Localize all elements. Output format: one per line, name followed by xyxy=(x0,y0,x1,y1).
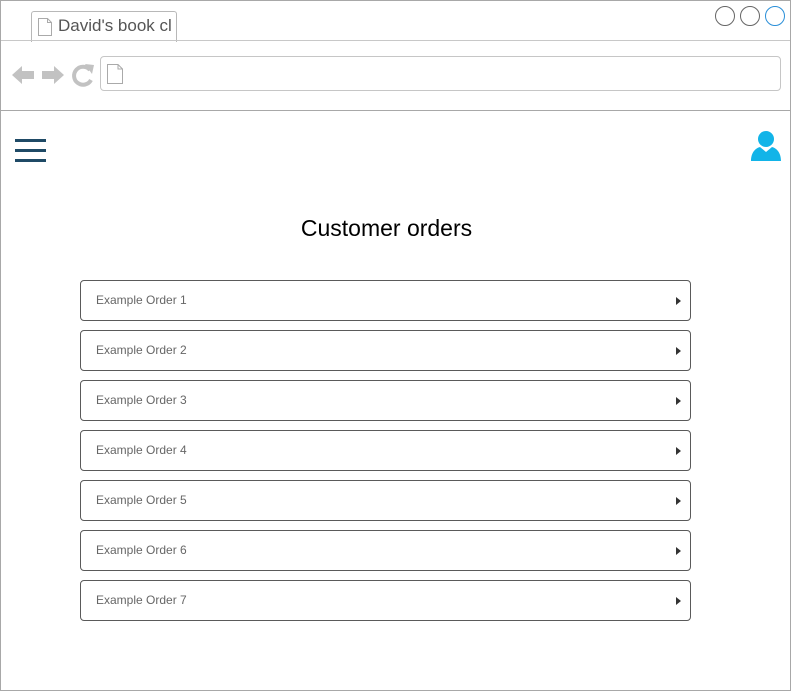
back-arrow-icon[interactable] xyxy=(11,61,35,89)
order-list-item[interactable]: Example Order 2 xyxy=(80,330,691,371)
tab-strip: David's book cl xyxy=(1,1,790,42)
chevron-right-icon xyxy=(676,547,681,555)
chevron-right-icon xyxy=(676,447,681,455)
maximize-button[interactable] xyxy=(740,6,760,26)
orders-list: Example Order 1 Example Order 2 Example … xyxy=(80,280,692,630)
browser-window: David's book cl Customer orders Example … xyxy=(0,0,791,691)
tab-strip-divider xyxy=(1,40,790,41)
tab-title: David's book cl xyxy=(58,16,172,35)
chevron-right-icon xyxy=(676,597,681,605)
page-icon xyxy=(38,18,52,36)
order-list-item[interactable]: Example Order 7 xyxy=(80,580,691,621)
chevron-right-icon xyxy=(676,497,681,505)
order-label: Example Order 7 xyxy=(96,593,187,607)
order-list-item[interactable]: Example Order 5 xyxy=(80,480,691,521)
close-button[interactable] xyxy=(765,6,785,26)
order-label: Example Order 3 xyxy=(96,393,187,407)
order-label: Example Order 1 xyxy=(96,293,187,307)
chevron-right-icon xyxy=(676,297,681,305)
forward-arrow-icon[interactable] xyxy=(41,61,65,89)
order-label: Example Order 6 xyxy=(96,543,187,557)
chevron-right-icon xyxy=(676,347,681,355)
page-icon xyxy=(107,64,123,84)
order-list-item[interactable]: Example Order 4 xyxy=(80,430,691,471)
hamburger-menu-icon[interactable] xyxy=(15,139,47,163)
order-list-item[interactable]: Example Order 1 xyxy=(80,280,691,321)
page-title: Customer orders xyxy=(300,215,473,241)
address-text xyxy=(131,64,772,84)
reload-icon[interactable] xyxy=(71,61,95,89)
address-bar[interactable] xyxy=(100,56,781,91)
order-list-item[interactable]: Example Order 6 xyxy=(80,530,691,571)
order-list-item[interactable]: Example Order 3 xyxy=(80,380,691,421)
order-label: Example Order 2 xyxy=(96,343,187,357)
toolbar-divider xyxy=(1,110,790,111)
order-label: Example Order 4 xyxy=(96,443,187,457)
minimize-button[interactable] xyxy=(715,6,735,26)
order-label: Example Order 5 xyxy=(96,493,187,507)
user-profile-icon[interactable] xyxy=(750,130,782,162)
chevron-right-icon xyxy=(676,397,681,405)
browser-tab[interactable]: David's book cl xyxy=(31,11,177,42)
